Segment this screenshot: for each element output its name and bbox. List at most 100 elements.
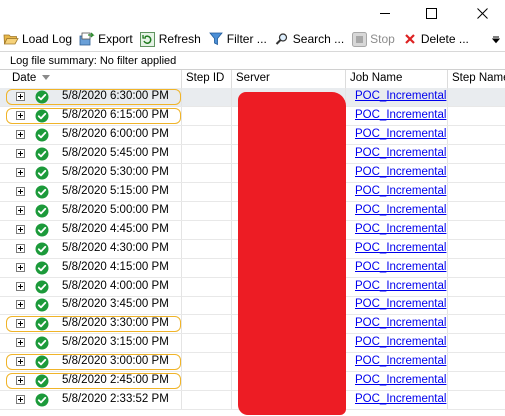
expand-icon[interactable] [16,395,25,405]
job-name-link[interactable]: POC_Incremental [355,374,446,386]
expand-icon[interactable] [16,167,25,177]
job-name-link[interactable]: POC_Incremental [355,298,446,310]
search-label: Search ... [292,32,345,46]
minimize-button[interactable] [362,0,408,26]
job-name-link[interactable]: POC_Incremental [355,242,446,254]
row-date: 5/8/2020 5:30:00 PM [62,165,169,178]
column-header-job-name[interactable]: Job Name [346,70,448,88]
export-label: Export [98,32,133,46]
expand-icon[interactable] [16,92,25,101]
row-date: 5/8/2020 4:15:00 PM [62,260,169,273]
job-name-link[interactable]: POC_Incremental [355,90,446,102]
row-date: 5/8/2020 6:30:00 PM [62,90,169,102]
cell-step-id [182,220,232,239]
expand-icon[interactable] [16,281,25,291]
success-check-icon [35,317,49,331]
delete-label: Delete ... [420,32,469,46]
cell-step-id [182,144,232,163]
job-name-link[interactable]: POC_Incremental [355,147,446,159]
job-name-link[interactable]: POC_Incremental [355,280,446,292]
toolbar: Load Log Export Refresh Filter ... Searc… [0,27,505,52]
job-name-link[interactable]: POC_Incremental [355,355,446,367]
refresh-label: Refresh [158,32,201,46]
job-name-link[interactable]: POC_Incremental [355,317,446,329]
load-log-label: Load Log [22,32,73,46]
row-date: 5/8/2020 5:15:00 PM [62,184,169,197]
load-log-button[interactable]: Load Log [0,28,76,50]
folder-open-icon [3,31,19,47]
job-name-link[interactable]: POC_Incremental [355,204,446,216]
refresh-icon [140,31,156,47]
expand-icon[interactable] [16,110,25,120]
close-icon [476,7,488,19]
delete-button[interactable]: Delete ... [399,28,473,50]
export-icon [79,31,95,47]
stop-icon [351,31,367,47]
stop-button[interactable]: Stop [348,28,399,50]
job-name-link[interactable]: POC_Incremental [355,393,446,405]
success-check-icon [35,355,49,369]
title-bar [0,0,505,26]
row-date: 5/8/2020 6:15:00 PM [62,108,169,121]
success-check-icon [35,128,49,142]
expand-icon[interactable] [16,186,25,196]
row-date: 5/8/2020 4:00:00 PM [62,279,169,292]
job-name-link[interactable]: POC_Incremental [355,185,446,197]
maximize-button[interactable] [408,0,454,26]
row-date: 5/8/2020 3:15:00 PM [62,336,169,349]
job-name-link[interactable]: POC_Incremental [355,223,446,235]
row-date: 5/8/2020 3:00:00 PM [62,355,169,368]
cell-step-id [182,182,232,201]
expand-icon[interactable] [16,129,25,139]
cell-step-id [182,239,232,258]
delete-x-icon [402,31,418,47]
log-summary: Log file summary: No filter applied [10,55,177,67]
column-header-date[interactable]: Date [8,70,182,88]
job-name-link[interactable]: POC_Incremental [355,261,446,273]
minimize-icon [380,12,390,14]
cell-step-id [182,163,232,182]
redaction-mark [238,92,346,415]
row-date: 5/8/2020 6:00:00 PM [62,127,169,140]
stop-label: Stop [370,32,395,46]
column-header-server[interactable]: Server [232,70,346,88]
close-button[interactable] [459,0,505,26]
job-name-link[interactable]: POC_Incremental [355,128,446,140]
refresh-button[interactable]: Refresh [137,28,205,50]
success-check-icon [35,298,49,312]
expand-icon[interactable] [16,376,25,386]
expand-icon[interactable] [16,338,25,348]
cell-step-id [182,391,232,410]
column-header-step-name[interactable]: Step Name [448,70,505,88]
expand-icon[interactable] [16,300,25,310]
job-name-link[interactable]: POC_Incremental [355,109,446,121]
expand-icon[interactable] [16,148,25,158]
sort-descending-icon [42,75,51,81]
success-check-icon [35,393,49,407]
expand-icon[interactable] [16,262,25,272]
toolbar-overflow-icon[interactable] [491,36,501,46]
success-check-icon [35,185,49,199]
expand-icon[interactable] [16,357,25,367]
filter-button[interactable]: Filter ... [205,28,271,50]
search-button[interactable]: Search ... [271,28,348,50]
cell-step-id [182,125,232,144]
row-date: 5/8/2020 2:33:52 PM [62,393,169,406]
success-check-icon [35,223,49,237]
expand-icon[interactable] [16,224,25,234]
success-check-icon [35,280,49,293]
cell-step-id [182,334,232,353]
expand-icon[interactable] [16,205,25,215]
export-button[interactable]: Export [76,28,137,50]
filter-icon [208,31,224,47]
expand-icon[interactable] [16,319,25,329]
row-date: 5/8/2020 5:45:00 PM [62,146,169,159]
cell-step-id [182,296,232,315]
job-name-link[interactable]: POC_Incremental [355,336,446,348]
expand-icon[interactable] [16,243,25,253]
job-name-link[interactable]: POC_Incremental [355,166,446,178]
grid-header: Date Step ID Server Job Name Step Name [0,69,505,89]
row-date: 5/8/2020 3:45:00 PM [62,298,169,311]
column-header-step-id[interactable]: Step ID [182,70,232,88]
success-check-icon [35,147,49,161]
